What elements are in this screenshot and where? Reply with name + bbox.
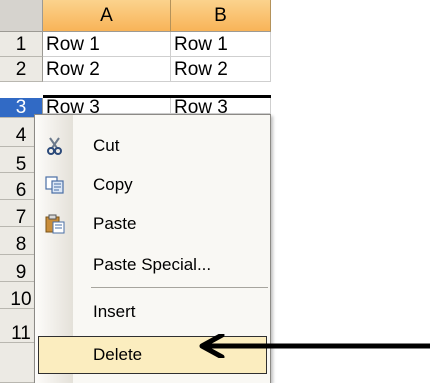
menu-item-label: Insert [93, 302, 136, 321]
cell-a1[interactable]: Row 1 [43, 32, 171, 57]
cell-b3[interactable]: Row 3 [171, 98, 271, 114]
annotation-arrow [199, 334, 430, 358]
cell-b1[interactable]: Row 1 [171, 32, 271, 57]
cell-a3[interactable]: Row 3 [43, 98, 171, 114]
menu-item-copy[interactable]: Copy [35, 166, 270, 204]
copy-icon [45, 175, 65, 195]
menu-item-insert[interactable]: Insert [35, 293, 270, 331]
menu-item-paste[interactable]: Paste [35, 205, 270, 243]
cell-a2[interactable]: Row 2 [43, 57, 171, 82]
scissors-icon [45, 136, 65, 156]
menu-item-label: Copy [93, 175, 133, 194]
cell-b2[interactable]: Row 2 [171, 57, 271, 82]
row-header-2[interactable]: 2 [0, 57, 43, 82]
selected-row-border [43, 95, 271, 98]
menu-item-paste-special[interactable]: Paste Special... [35, 246, 270, 284]
column-header-b[interactable]: B [171, 0, 271, 32]
row-header-1[interactable]: 1 [0, 32, 43, 57]
menu-item-label: Paste [93, 214, 137, 233]
menu-item-label: Paste Special... [93, 255, 212, 274]
column-header-a[interactable]: A [43, 0, 171, 32]
paste-icon [45, 214, 65, 234]
menu-item-cut[interactable]: Cut [35, 127, 270, 165]
menu-separator [91, 287, 268, 288]
select-all-corner[interactable] [0, 0, 43, 32]
menu-item-label: Delete [93, 345, 143, 364]
menu-item-label: Cut [93, 136, 120, 155]
